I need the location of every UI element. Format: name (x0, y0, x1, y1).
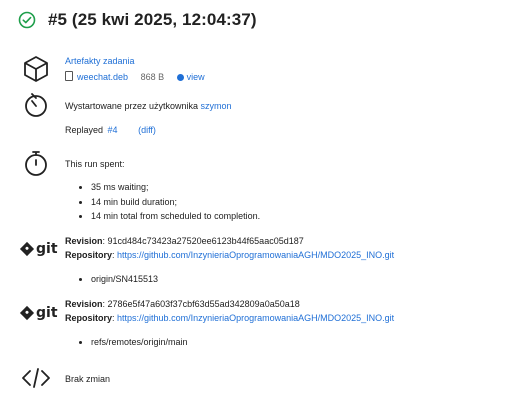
replayed-row: Replayed #4 (diff) (65, 125, 156, 135)
timer-icon (25, 93, 47, 117)
timing-heading: This run spent: (65, 159, 125, 169)
page-title: #5 (25 kwi 2025, 12:04:37) (48, 10, 257, 29)
git1-repository: Repository: https://github.com/Inzynieri… (65, 250, 395, 260)
artifact-row: weechat.deb 868 B view (65, 71, 205, 82)
timing-item: 14 min build duration; (78, 197, 178, 207)
diff-link[interactable]: (diff) (138, 125, 156, 135)
git-icon (19, 305, 35, 321)
timing-item: 35 ms waiting; (79, 182, 149, 192)
git-logo: git (19, 241, 58, 257)
code-icon (22, 368, 50, 388)
repository-link[interactable]: https://github.com/InzynieriaOprogramowa… (117, 313, 394, 323)
timing-item: 14 min total from scheduled to completio… (78, 211, 261, 221)
artifact-size: 868 B (140, 72, 165, 82)
branch-item: origin/SN415513 (78, 274, 159, 284)
file-icon (65, 71, 73, 81)
view-icon (176, 74, 184, 81)
branch-item: refs/remotes/origin/main (79, 337, 188, 347)
revision-hash: 2786e5f47a603f37cbf63d55ad342809a0a50a18 (107, 299, 300, 309)
repository-link[interactable]: https://github.com/InzynieriaOprogramowa… (117, 250, 394, 260)
replayed-build-link[interactable]: #4 (108, 125, 118, 135)
started-by: Wystartowane przez użytkownika szymon (65, 101, 232, 111)
stopwatch-icon (25, 151, 47, 176)
artifacts-link[interactable]: Artefakty zadania (65, 56, 135, 66)
git1-revision: Revision: 91cd484c73423a27520ee6123b44f6… (65, 236, 304, 246)
artifact-file-link[interactable]: weechat.deb (77, 72, 128, 82)
started-by-text: Wystartowane przez użytkownika (65, 101, 198, 111)
revision-hash: 91cd484c73423a27520ee6123b44f65aac05d187 (107, 236, 304, 246)
success-check-icon (18, 11, 36, 29)
git-icon (19, 241, 35, 257)
build-header: #5 (25 kwi 2025, 12:04:37) (18, 10, 257, 30)
user-link[interactable]: szymon (201, 101, 232, 111)
git-logo: git (19, 305, 58, 321)
changes-text: Brak zmian (65, 374, 111, 384)
replayed-text: Replayed (65, 125, 104, 135)
artifact-view-link[interactable]: view (187, 72, 205, 82)
package-icon (24, 56, 48, 82)
git2-revision: Revision: 2786e5f47a603f37cbf63d55ad3428… (65, 299, 300, 309)
git2-repository: Repository: https://github.com/Inzynieri… (65, 313, 395, 323)
